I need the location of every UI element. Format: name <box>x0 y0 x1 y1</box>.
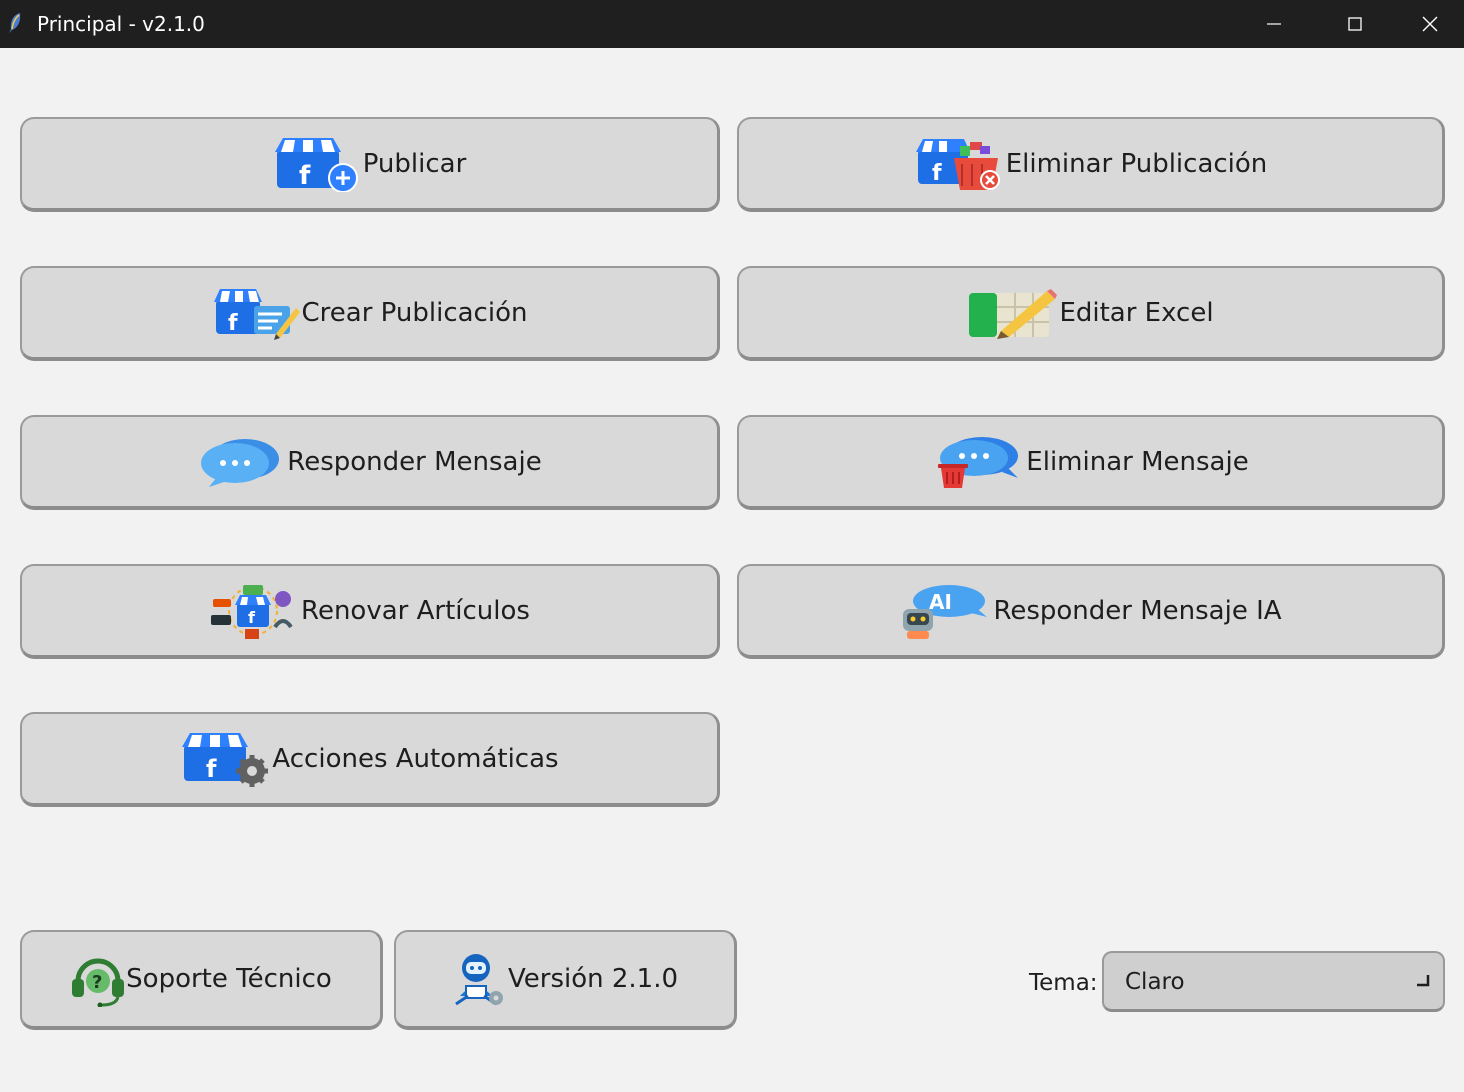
soporte-tecnico-button[interactable]: ? Soporte Técnico <box>20 930 383 1030</box>
eliminar-mensaje-button[interactable]: Eliminar Mensaje <box>737 415 1445 510</box>
version-button[interactable]: Versión 2.1.0 <box>394 930 737 1030</box>
svg-text:f: f <box>299 161 311 191</box>
crear-publicacion-label: Crear Publicación <box>301 297 528 328</box>
soporte-tecnico-label: Soporte Técnico <box>126 964 332 994</box>
svg-text:f: f <box>248 608 256 627</box>
responder-mensaje-ia-label: Responder Mensaje IA <box>993 595 1282 626</box>
eliminar-publicacion-button[interactable]: f Eliminar Publicación <box>737 117 1445 212</box>
responder-mensaje-label: Responder Mensaje <box>287 446 542 477</box>
renovar-articulos-label: Renovar Artículos <box>301 595 530 626</box>
minimize-button[interactable] <box>1234 0 1314 48</box>
eliminar-mensaje-label: Eliminar Mensaje <box>1026 446 1249 477</box>
responder-mensaje-ia-button[interactable]: AI Responder Mensaje IA <box>737 564 1445 659</box>
theme-selected-value: Claro <box>1125 969 1185 995</box>
store-add-icon: f <box>273 136 361 192</box>
svg-text:f: f <box>932 161 942 186</box>
maximize-button[interactable] <box>1315 0 1395 48</box>
store-renew-icon: f <box>209 583 299 639</box>
publicar-label: Publicar <box>362 148 467 179</box>
publicar-button[interactable]: f Publicar <box>20 117 720 212</box>
responder-mensaje-button[interactable]: Responder Mensaje <box>20 415 720 510</box>
crear-publicacion-button[interactable]: f Crear Publicación <box>20 266 720 361</box>
svg-text:?: ? <box>92 972 102 993</box>
theme-label: Tema: <box>1029 970 1098 996</box>
version-label: Versión 2.1.0 <box>507 964 679 994</box>
window-title: Principal - v2.1.0 <box>37 12 205 36</box>
svg-text:AI: AI <box>929 590 952 614</box>
ai-robot-icon: AI <box>899 583 991 639</box>
acciones-automaticas-label: Acciones Automáticas <box>272 743 559 774</box>
dropdown-corner-icon <box>1415 973 1431 993</box>
editar-excel-button[interactable]: Editar Excel <box>737 266 1445 361</box>
excel-edit-icon <box>967 287 1058 339</box>
store-delete-icon: f <box>914 136 1004 192</box>
close-button[interactable] <box>1396 0 1464 48</box>
store-settings-icon: f <box>180 731 270 787</box>
svg-text:f: f <box>206 755 217 783</box>
robot-version-icon <box>452 950 508 1008</box>
title-bar: Principal - v2.1.0 <box>0 0 1464 48</box>
chat-delete-icon <box>932 434 1024 490</box>
editar-excel-label: Editar Excel <box>1059 297 1214 328</box>
eliminar-publicacion-label: Eliminar Publicación <box>1005 148 1268 179</box>
chat-bubble-icon <box>197 435 285 489</box>
acciones-automaticas-button[interactable]: f Acciones Automáticas <box>20 712 720 807</box>
store-edit-icon: f <box>212 286 300 340</box>
app-feather-icon <box>5 11 27 35</box>
svg-text:f: f <box>228 311 238 336</box>
renovar-articulos-button[interactable]: f Renovar Artículos <box>20 564 720 659</box>
headset-support-icon: ? <box>70 951 126 1007</box>
theme-dropdown[interactable]: Claro <box>1102 951 1445 1012</box>
